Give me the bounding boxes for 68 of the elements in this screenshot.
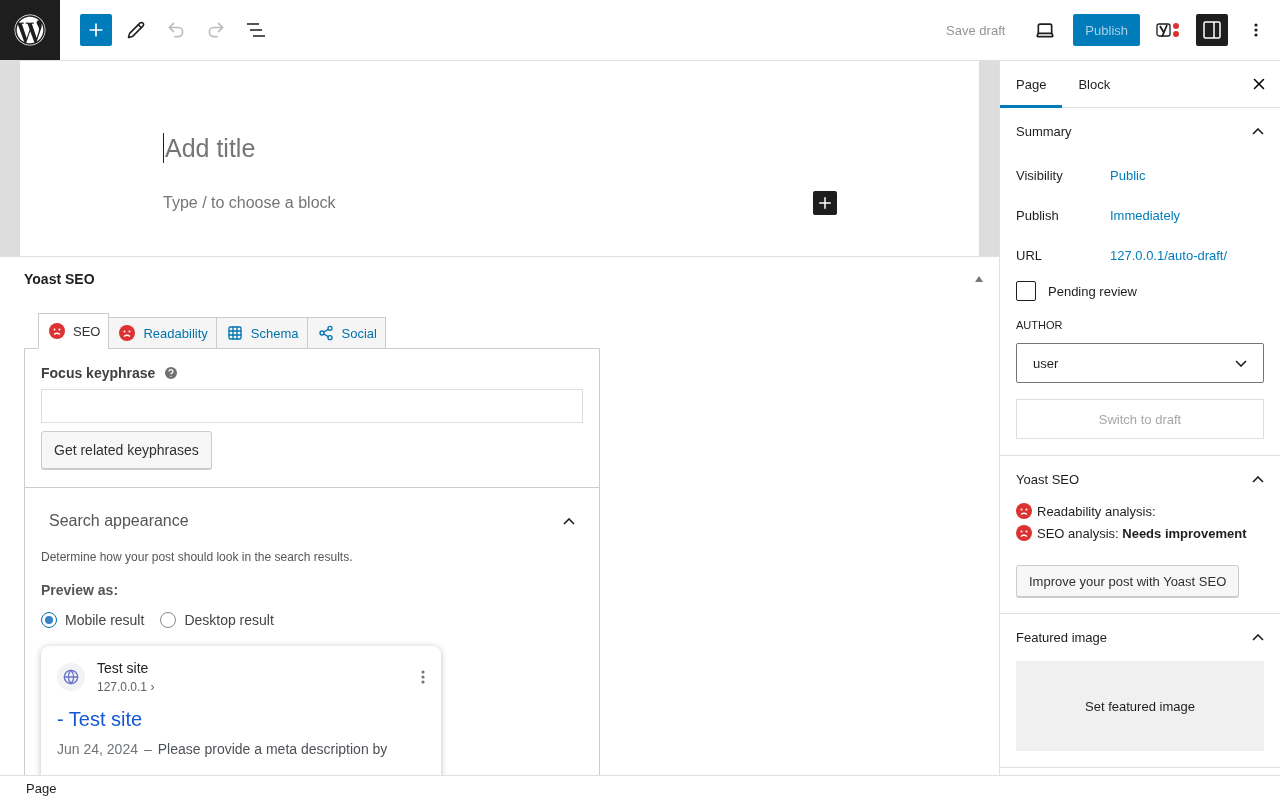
related-keyphrases-button[interactable]: Get related keyphrases xyxy=(41,431,212,469)
help-icon[interactable] xyxy=(163,365,180,381)
sad-face-icon xyxy=(1016,525,1032,541)
metabox-title: Yoast SEO xyxy=(24,271,95,287)
metabox-tab[interactable]: Readability xyxy=(108,317,217,349)
sidebar-tab[interactable]: Block xyxy=(1062,61,1127,108)
row-link[interactable]: Public xyxy=(1110,167,1146,183)
wordpress-logo[interactable] xyxy=(0,0,60,60)
panel-header[interactable]: Yoast SEO xyxy=(1016,456,1264,503)
panel-header[interactable]: Featured image xyxy=(1016,614,1264,661)
metabox-tab[interactable]: Schema xyxy=(215,317,308,349)
metabox-tab[interactable]: SEO xyxy=(38,313,110,349)
redo-icon xyxy=(206,20,226,40)
sad-face-icon xyxy=(119,325,136,341)
globe-icon xyxy=(57,663,85,691)
collapse-icon[interactable] xyxy=(975,276,983,282)
improve-button[interactable]: Improve your post with Yoast SEO xyxy=(1016,565,1240,597)
separator: – xyxy=(143,740,152,759)
chevron-up-icon xyxy=(1252,634,1264,641)
row-link[interactable]: Immediately xyxy=(1110,207,1181,223)
snippet-description: Please provide a meta description by xyxy=(157,740,388,759)
row-link[interactable]: 127.0.0.1/auto-draft/ xyxy=(1110,247,1228,263)
radio-label[interactable]: Mobile result xyxy=(65,612,145,628)
field-label: Focus keyphrase xyxy=(41,365,156,381)
panel-header[interactable]: Summary xyxy=(1016,108,1264,155)
search-appearance-toggle[interactable]: Search appearance xyxy=(41,504,583,538)
row-label: Publish xyxy=(1016,207,1060,223)
site-url: 127.0.0.1 › xyxy=(97,680,156,694)
share-icon xyxy=(317,325,334,341)
more-icon xyxy=(1254,23,1258,37)
block-placeholder[interactable]: Type / to choose a block xyxy=(163,194,336,212)
sidebar-tab[interactable]: Page xyxy=(1000,61,1063,108)
plus-icon xyxy=(816,194,834,212)
list-icon xyxy=(246,22,266,38)
checkbox[interactable] xyxy=(1016,281,1036,301)
sad-face-icon xyxy=(49,323,65,339)
preview-label: Preview as: xyxy=(41,582,120,598)
description-text: Determine how your post should look in the search results. xyxy=(41,550,354,564)
chevron-up-icon xyxy=(1252,128,1264,135)
analysis-text: Readability analysis: xyxy=(1037,503,1156,519)
author-label: AUTHOR xyxy=(1016,319,1064,331)
undo-icon xyxy=(166,20,186,40)
radio-label[interactable]: Desktop result xyxy=(184,612,274,628)
chevron-up-icon xyxy=(1252,476,1264,483)
more-icon xyxy=(421,670,425,684)
snippet-title: - Test site xyxy=(57,708,144,731)
sad-face-icon xyxy=(1016,503,1032,519)
yoast-icon xyxy=(1156,21,1180,39)
title-field[interactable]: Add title xyxy=(163,133,256,163)
pencil-icon xyxy=(127,21,145,39)
site-name: Test site xyxy=(97,660,150,676)
author-select[interactable]: user xyxy=(1016,343,1264,383)
metabox-tab[interactable]: Social xyxy=(306,317,386,349)
grid-icon xyxy=(226,325,243,341)
breadcrumb[interactable]: Page xyxy=(26,780,57,796)
laptop-icon xyxy=(1035,20,1056,40)
keyphrase-input[interactable] xyxy=(41,389,583,423)
chevron-down-icon xyxy=(1235,359,1247,367)
analysis-text: SEO analysis: Needs improvement xyxy=(1037,525,1247,541)
sidebar-icon xyxy=(1203,21,1221,39)
chevron-up-icon xyxy=(563,517,575,525)
set-featured-image-button[interactable]: Set featured image xyxy=(1016,661,1264,751)
row-label: Visibility xyxy=(1016,167,1064,183)
row-label: URL xyxy=(1016,247,1043,263)
settings-button[interactable] xyxy=(1196,14,1228,46)
add-block-button[interactable] xyxy=(813,191,837,215)
checkbox-label[interactable]: Pending review xyxy=(1048,283,1137,299)
snippet-date: Jun 24, 2024 xyxy=(57,740,138,759)
